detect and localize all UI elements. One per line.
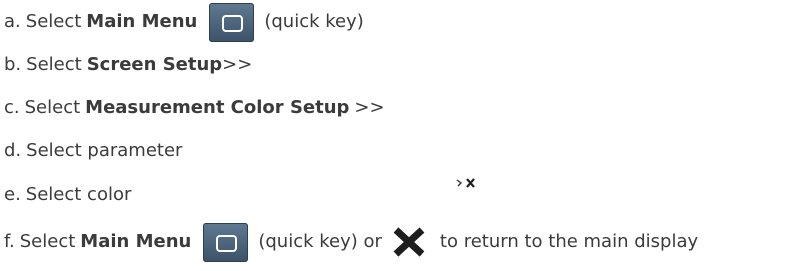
step-letter: a.	[4, 11, 21, 32]
step-e: e. Select color	[4, 180, 131, 210]
step-a: a. Select Main Menu (quick key)	[4, 2, 364, 42]
main-menu-key-icon	[209, 2, 255, 42]
main-menu-key-icon	[203, 222, 249, 262]
step-d: d. Select parameter	[4, 136, 182, 166]
step-text: >>	[354, 97, 385, 118]
menu-name: Measurement Color Setup	[85, 97, 350, 118]
step-text: Select	[19, 231, 76, 252]
step-text: Select	[26, 54, 82, 75]
cursor-mark-icon	[456, 178, 475, 188]
step-text: Select color	[25, 184, 132, 205]
step-letter: f.	[4, 231, 15, 252]
step-letter: d.	[4, 140, 22, 161]
menu-name: Main Menu	[80, 231, 192, 252]
close-x-icon	[392, 227, 426, 257]
step-letter: b.	[4, 54, 22, 75]
step-text: Select	[25, 11, 82, 32]
step-text: (quick key) or	[258, 231, 382, 252]
step-text: Select parameter	[26, 140, 183, 161]
step-letter: e.	[4, 184, 21, 205]
step-b: b. Select Screen Setup >>	[4, 50, 252, 80]
step-text: >>	[222, 54, 253, 75]
step-letter: c.	[4, 97, 20, 118]
step-f: f. Select Main Menu (quick key) or to re…	[4, 222, 699, 262]
step-text: Select	[24, 97, 81, 118]
menu-name: Screen Setup	[86, 54, 223, 75]
step-c: c. Select Measurement Color Setup >>	[4, 93, 385, 123]
step-text: to return to the main display	[439, 231, 699, 252]
menu-name: Main Menu	[86, 11, 198, 32]
step-text: (quick key)	[264, 11, 364, 32]
